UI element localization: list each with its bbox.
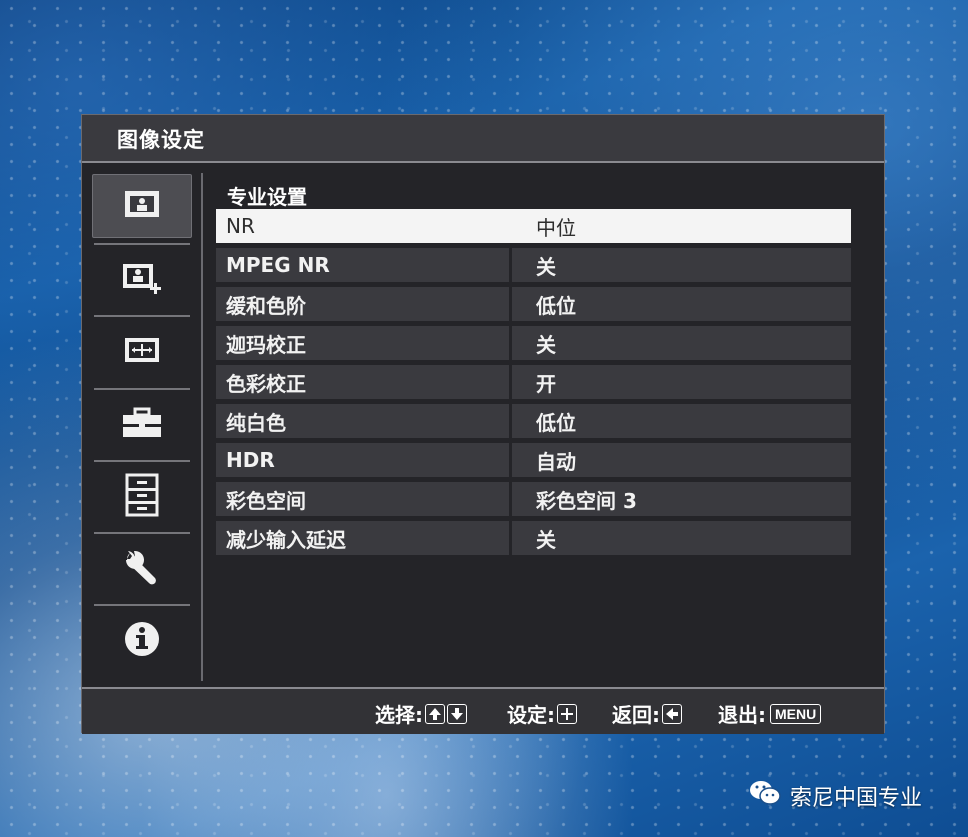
setting-label: NR xyxy=(226,214,255,238)
setting-value: 关 xyxy=(512,326,851,360)
setting-row-clear-white[interactable]: 纯白色 低位 xyxy=(216,404,851,438)
setting-value: 开 xyxy=(512,365,851,399)
setting-label: 纯白色 xyxy=(216,404,509,438)
osd-menu-panel: 图像设定 专业设置 NR 中位 MPEG NR 关 缓和色阶 低位 迦玛校正 关… xyxy=(81,114,885,734)
sidebar-item-screen[interactable] xyxy=(92,320,192,384)
setting-row-color-correction[interactable]: 色彩校正 开 xyxy=(216,365,851,399)
wechat-icon xyxy=(748,778,782,814)
setting-row-nr[interactable]: NR 中位 xyxy=(216,209,851,243)
sidebar xyxy=(90,172,196,684)
left-arrow-key-icon xyxy=(662,703,682,724)
picture-icon xyxy=(122,188,162,224)
setting-value: 关 xyxy=(512,248,851,282)
hint-back: 返回: xyxy=(612,699,682,728)
setting-row-mpeg-nr[interactable]: MPEG NR 关 xyxy=(216,248,851,282)
hint-select: 选择: xyxy=(375,699,467,728)
sidebar-item-settings[interactable] xyxy=(92,537,192,601)
osd-title-bar: 图像设定 xyxy=(82,115,884,163)
footer-hints: 选择: 设定: 返回: 退出: MENU xyxy=(82,687,884,734)
hint-select-label: 选择: xyxy=(375,703,423,727)
setting-label: 彩色空间 xyxy=(216,482,509,516)
setting-label: 减少输入延迟 xyxy=(216,521,509,555)
watermark: 索尼中国专业 xyxy=(748,778,922,814)
setting-value: 低位 xyxy=(512,404,851,438)
down-arrow-key-icon xyxy=(447,703,467,724)
sidebar-item-picture-plus[interactable] xyxy=(92,248,192,312)
sidebar-item-info[interactable] xyxy=(92,609,192,673)
setting-value: 低位 xyxy=(512,287,851,321)
toolbox-icon xyxy=(120,406,164,444)
hint-set-label: 设定: xyxy=(507,703,555,727)
watermark-text: 索尼中国专业 xyxy=(790,786,923,811)
menu-key-icon: MENU xyxy=(770,703,822,724)
info-icon xyxy=(122,619,162,663)
setting-label: 缓和色阶 xyxy=(216,287,509,321)
sidebar-divider xyxy=(94,388,190,390)
sidebar-divider xyxy=(94,243,190,245)
screen-adjust-icon xyxy=(122,335,162,369)
setting-label: 迦玛校正 xyxy=(216,326,509,360)
sidebar-divider xyxy=(94,460,190,462)
setting-value: 关 xyxy=(512,521,851,555)
sidebar-vertical-divider xyxy=(201,173,203,681)
sidebar-divider xyxy=(94,604,190,606)
setting-row-gamma[interactable]: 迦玛校正 关 xyxy=(216,326,851,360)
sidebar-item-toolbox[interactable] xyxy=(92,393,192,457)
setting-value: 彩色空间 3 xyxy=(512,482,851,516)
setting-label: 色彩校正 xyxy=(216,365,509,399)
setting-value: 自动 xyxy=(512,443,851,477)
sidebar-item-cabinet[interactable] xyxy=(92,465,192,529)
hint-back-label: 返回: xyxy=(612,703,660,727)
sidebar-divider xyxy=(94,315,190,317)
hint-exit: 退出: MENU xyxy=(718,699,822,728)
wrench-icon xyxy=(122,547,162,591)
setting-row-hdr[interactable]: HDR 自动 xyxy=(216,443,851,477)
setting-label: MPEG NR xyxy=(216,248,509,282)
section-title: 专业设置 xyxy=(227,185,307,209)
sidebar-divider xyxy=(94,532,190,534)
setting-row-color-space[interactable]: 彩色空间 彩色空间 3 xyxy=(216,482,851,516)
osd-title: 图像设定 xyxy=(117,128,205,152)
enter-key-icon xyxy=(557,703,577,724)
hint-set: 设定: xyxy=(507,699,577,728)
sidebar-item-picture[interactable] xyxy=(92,174,192,238)
cabinet-icon xyxy=(122,473,162,521)
setting-row-smooth-gradation[interactable]: 缓和色阶 低位 xyxy=(216,287,851,321)
hint-exit-label: 退出: xyxy=(718,703,766,727)
up-arrow-key-icon xyxy=(425,703,445,724)
setting-value: 中位 xyxy=(536,215,576,240)
setting-row-input-lag[interactable]: 减少输入延迟 关 xyxy=(216,521,851,555)
setting-label: HDR xyxy=(216,443,509,477)
picture-plus-icon xyxy=(120,261,164,299)
